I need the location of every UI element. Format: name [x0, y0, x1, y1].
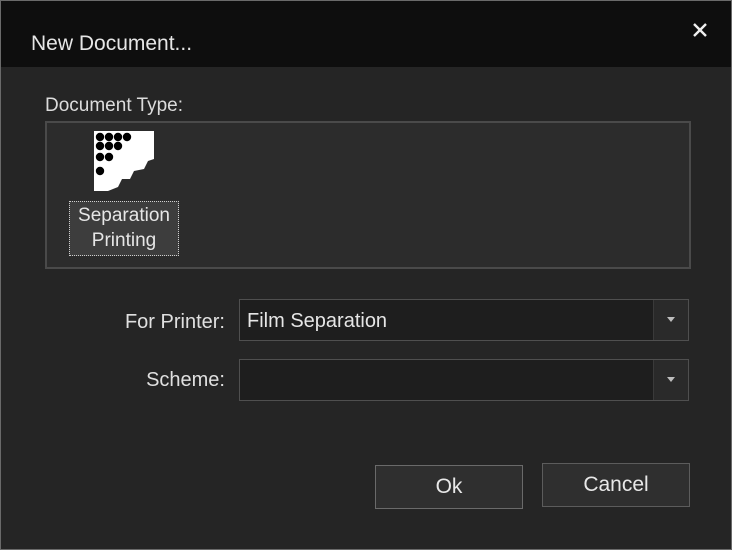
cancel-button[interactable]: Cancel: [542, 463, 690, 507]
document-type-item-label: Separation Printing: [69, 201, 179, 256]
ok-button[interactable]: Ok: [375, 465, 523, 509]
document-type-label: Document Type:: [45, 95, 184, 116]
document-type-item-label-line1: Separation: [78, 205, 170, 226]
close-icon: [693, 23, 707, 37]
scheme-select-arrow[interactable]: [653, 360, 688, 400]
title-bar: New Document...: [1, 1, 731, 67]
document-type-item-label-line2: Printing: [91, 230, 157, 251]
chevron-down-icon: [667, 377, 675, 382]
document-type-item-separation-printing[interactable]: Separation Printing: [67, 127, 185, 256]
document-type-list[interactable]: Separation Printing: [45, 121, 691, 269]
dialog-title: New Document...: [31, 32, 193, 55]
new-document-dialog: New Document... Document Type: Separatio…: [0, 0, 732, 550]
printer-select-value: Film Separation: [247, 310, 388, 332]
scheme-label: Scheme:: [146, 369, 225, 391]
scheme-select[interactable]: [239, 359, 689, 401]
separation-printing-icon: [94, 131, 154, 191]
close-button[interactable]: [685, 15, 715, 45]
printer-select[interactable]: Film Separation: [239, 299, 689, 341]
dialog-content: Document Type: Separation Printing For P…: [1, 67, 731, 549]
chevron-down-icon: [667, 317, 675, 322]
for-printer-label: For Printer:: [124, 311, 225, 333]
printer-select-arrow[interactable]: [653, 300, 688, 340]
